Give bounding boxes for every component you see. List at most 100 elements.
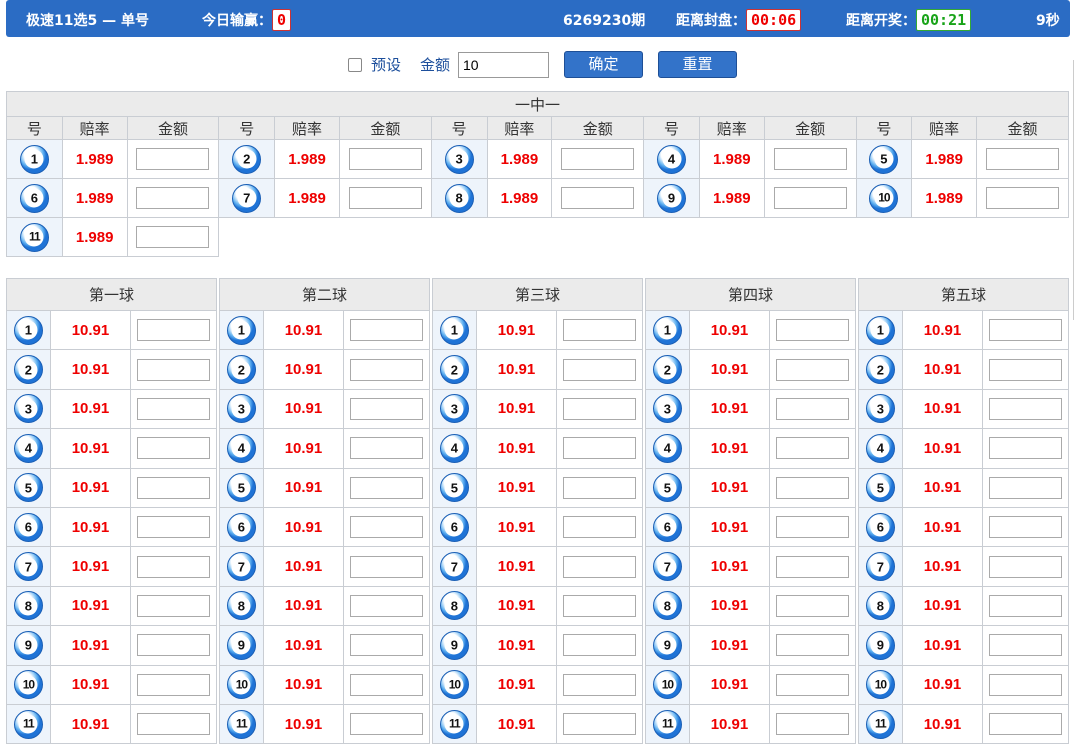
bet-amount-input[interactable] (350, 594, 424, 617)
bet-amount-input[interactable] (776, 555, 850, 578)
bet-amount-input[interactable] (989, 713, 1063, 736)
ball-row: 2 10.91 (858, 349, 1069, 390)
bet-amount-input[interactable] (776, 358, 850, 381)
number-cell: 5 (6, 467, 51, 508)
bet-amount-input[interactable] (350, 634, 424, 657)
bet-amount-input[interactable] (350, 555, 424, 578)
bet-amount-input[interactable] (563, 397, 637, 420)
bet-amount-input[interactable] (561, 148, 635, 170)
bet-amount-input[interactable] (136, 187, 210, 209)
bet-amount-input[interactable] (563, 516, 637, 539)
number-cell: 1 (6, 309, 51, 351)
preset-amount-input[interactable] (458, 52, 549, 78)
bet-amount-input[interactable] (348, 187, 422, 209)
ball-row: 2 10.91 (219, 349, 430, 390)
bet-amount-input[interactable] (989, 555, 1063, 578)
bet-amount-input[interactable] (989, 397, 1063, 420)
reset-button[interactable]: 重置 (658, 51, 737, 78)
bet-amount-input[interactable] (773, 187, 847, 209)
bet-amount-input[interactable] (350, 713, 424, 736)
amount-cell (556, 349, 643, 390)
bet-amount-input[interactable] (776, 713, 850, 736)
number-ball-icon: 9 (865, 630, 895, 660)
bet-amount-input[interactable] (563, 634, 637, 657)
number-ball-icon: 10 (13, 670, 43, 700)
bet-amount-input[interactable] (563, 673, 637, 696)
bet-amount-input[interactable] (989, 319, 1063, 342)
bet-amount-input[interactable] (986, 148, 1060, 170)
number-ball-icon: 11 (652, 709, 682, 739)
bet-amount-input[interactable] (350, 476, 424, 499)
bet-amount-input[interactable] (989, 634, 1063, 657)
bet-amount-input[interactable] (348, 148, 422, 170)
odds-value: 1.989 (61, 139, 128, 179)
bet-amount-input[interactable] (137, 319, 211, 342)
confirm-button[interactable]: 确定 (564, 51, 643, 78)
bet-amount-input[interactable] (776, 319, 850, 342)
col-header-amount: 金额 (763, 116, 857, 140)
amount-cell (982, 428, 1069, 469)
ball-row: 7 10.91 (6, 546, 217, 587)
bet-amount-input[interactable] (776, 594, 850, 617)
bet-amount-input[interactable] (563, 713, 637, 736)
preset-checkbox[interactable] (348, 58, 362, 72)
bet-amount-input[interactable] (137, 713, 211, 736)
number-cell: 2 (432, 349, 477, 390)
ball-row: 9 10.91 (219, 625, 430, 666)
number-cell: 6 (6, 178, 63, 218)
bet-amount-input[interactable] (561, 187, 635, 209)
bet-amount-input[interactable] (563, 476, 637, 499)
bet-amount-input[interactable] (137, 397, 211, 420)
number-ball-icon: 2 (865, 355, 895, 385)
bet-amount-input[interactable] (350, 397, 424, 420)
amount-cell (769, 703, 856, 745)
bet-amount-input[interactable] (137, 516, 211, 539)
number-cell: 8 (858, 585, 903, 627)
ball-table-5: 第五球 1 10.91 2 10.91 3 10.91 4 10.91 5 10.91 6 10.91 7… (858, 278, 1069, 745)
number-ball-icon: 10 (869, 183, 899, 213)
amount-cell (982, 506, 1069, 548)
number-cell: 7 (218, 178, 276, 218)
bet-amount-input[interactable] (136, 226, 210, 248)
bet-amount-input[interactable] (989, 358, 1063, 381)
bet-amount-input[interactable] (137, 594, 211, 617)
bet-amount-input[interactable] (350, 358, 424, 381)
bet-amount-input[interactable] (989, 476, 1063, 499)
bet-amount-input[interactable] (773, 148, 847, 170)
bet-amount-input[interactable] (989, 594, 1063, 617)
bet-amount-input[interactable] (137, 358, 211, 381)
bet-amount-input[interactable] (776, 673, 850, 696)
bet-amount-input[interactable] (563, 319, 637, 342)
bet-amount-input[interactable] (986, 187, 1060, 209)
bet-amount-input[interactable] (137, 634, 211, 657)
scrollbar-track[interactable] (1073, 60, 1077, 320)
bet-amount-input[interactable] (563, 358, 637, 381)
bet-amount-input[interactable] (776, 437, 850, 460)
bet-amount-input[interactable] (563, 594, 637, 617)
number-cell: 9 (432, 625, 477, 666)
bet-amount-input[interactable] (776, 397, 850, 420)
bet-amount-input[interactable] (350, 437, 424, 460)
ball-row: 11 10.91 (432, 703, 643, 745)
ball-row: 10 10.91 (219, 664, 430, 705)
bet-amount-input[interactable] (137, 437, 211, 460)
bet-amount-input[interactable] (989, 437, 1063, 460)
bet-amount-input[interactable] (137, 476, 211, 499)
ball-row: 4 10.91 (645, 428, 856, 469)
odds-value: 10.91 (688, 703, 771, 745)
bet-amount-input[interactable] (350, 673, 424, 696)
bet-amount-input[interactable] (137, 673, 211, 696)
bet-amount-input[interactable] (350, 516, 424, 539)
bet-amount-input[interactable] (776, 516, 850, 539)
bet-amount-input[interactable] (563, 437, 637, 460)
bet-amount-input[interactable] (989, 673, 1063, 696)
bet-amount-input[interactable] (776, 476, 850, 499)
bet-amount-input[interactable] (137, 555, 211, 578)
bet-amount-input[interactable] (989, 516, 1063, 539)
number-cell: 9 (6, 625, 51, 666)
today-winloss: 今日输赢： 0 (202, 8, 292, 31)
bet-amount-input[interactable] (136, 148, 210, 170)
bet-amount-input[interactable] (776, 634, 850, 657)
bet-amount-input[interactable] (563, 555, 637, 578)
bet-amount-input[interactable] (350, 319, 424, 342)
